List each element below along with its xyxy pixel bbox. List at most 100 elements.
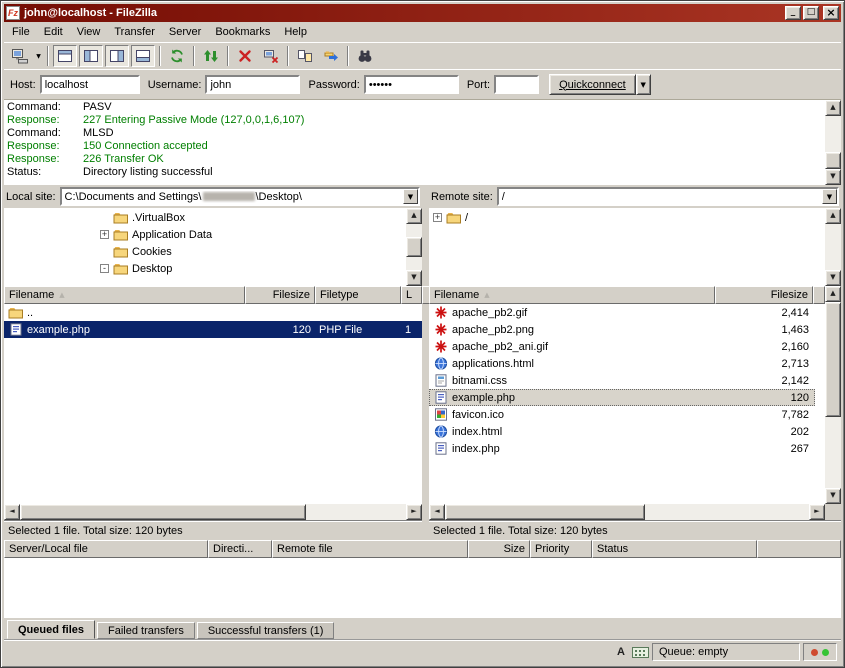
file-row[interactable]: applications.html2,713 xyxy=(429,355,825,372)
file-row[interactable]: apache_pb2.png1,463 xyxy=(429,321,825,338)
file-row[interactable]: favicon.ico7,782 xyxy=(429,406,825,423)
username-input[interactable] xyxy=(205,75,300,94)
scroll-track[interactable] xyxy=(445,504,809,520)
tree-item[interactable]: +Application Data xyxy=(4,226,406,243)
encryption-icon[interactable] xyxy=(632,647,649,658)
disconnect-button[interactable] xyxy=(259,45,283,67)
remote-file-list[interactable]: apache_pb2.gif2,414apache_pb2.png1,463ap… xyxy=(429,304,825,504)
scroll-track[interactable] xyxy=(20,504,406,520)
menu-item-transfer[interactable]: Transfer xyxy=(107,24,162,40)
local-site-dropdown-button[interactable]: ▼ xyxy=(403,189,418,204)
remote-site-dropdown-button[interactable]: ▼ xyxy=(822,189,837,204)
scroll-up-button[interactable]: ▲ xyxy=(825,100,841,116)
toggle-queue-button[interactable] xyxy=(131,45,155,67)
file-row[interactable]: .. xyxy=(4,304,422,321)
tab-queued-files[interactable]: Queued files xyxy=(7,620,95,639)
expand-icon[interactable]: + xyxy=(433,213,442,222)
synchronized-browsing-button[interactable] xyxy=(319,45,343,67)
scroll-left-button[interactable]: ◄ xyxy=(4,504,20,520)
scroll-track[interactable] xyxy=(406,224,422,270)
scroll-thumb[interactable] xyxy=(20,504,306,520)
column-header-filename[interactable]: Filename▲ xyxy=(4,286,245,304)
scroll-track[interactable] xyxy=(825,302,841,488)
file-row[interactable]: apache_pb2_ani.gif2,160 xyxy=(429,338,825,355)
local-site-combo[interactable]: C:\Documents and Settings\\Desktop\ ▼ xyxy=(60,187,420,206)
scroll-right-button[interactable]: ► xyxy=(809,504,825,520)
local-list-hscrollbar[interactable]: ◄► xyxy=(4,504,422,520)
cancel-button[interactable] xyxy=(233,45,257,67)
port-input[interactable] xyxy=(494,75,539,94)
scroll-track[interactable] xyxy=(825,224,841,270)
remote-site-combo[interactable]: / ▼ xyxy=(497,187,839,206)
remote-list-scrollbar[interactable]: ▲▼ xyxy=(825,286,841,504)
pane-splitter[interactable] xyxy=(422,185,429,540)
tree-item[interactable]: -Desktop xyxy=(4,260,406,277)
menu-item-server[interactable]: Server xyxy=(162,24,208,40)
local-file-list[interactable]: ..example.php120PHP File1 xyxy=(4,304,422,504)
column-header-size[interactable]: Size xyxy=(468,540,530,558)
column-header-l[interactable]: L xyxy=(401,286,422,304)
directory-comparison-button[interactable] xyxy=(293,45,317,67)
toggle-local-tree-button[interactable] xyxy=(79,45,103,67)
toggle-message-log-button[interactable] xyxy=(53,45,77,67)
column-header-directi[interactable]: Directi... xyxy=(208,540,272,558)
host-input[interactable] xyxy=(40,75,140,94)
menu-item-edit[interactable]: Edit xyxy=(37,24,70,40)
site-manager-dropdown-button[interactable]: ▼ xyxy=(33,45,44,67)
column-header-status[interactable]: Status xyxy=(592,540,757,558)
remote-list-hscrollbar[interactable]: ◄► xyxy=(429,504,825,520)
password-input[interactable] xyxy=(364,75,459,94)
scroll-down-button[interactable]: ▼ xyxy=(825,270,841,286)
file-row[interactable]: index.html202 xyxy=(429,423,825,440)
quickconnect-dropdown-button[interactable]: ▼ xyxy=(636,74,651,95)
tree-item[interactable]: +/ xyxy=(429,209,825,226)
process-queue-button[interactable] xyxy=(199,45,223,67)
tab-successful-transfers-1[interactable]: Successful transfers (1) xyxy=(197,622,335,639)
tree-item[interactable]: .VirtualBox xyxy=(4,209,406,226)
file-row[interactable]: index.php267 xyxy=(429,440,825,457)
maximize-button[interactable]: □ xyxy=(803,6,819,20)
minimize-button[interactable]: _ xyxy=(785,6,801,20)
title-bar[interactable]: Fz john@localhost - FileZilla _ □ × xyxy=(4,4,841,22)
close-button[interactable]: × xyxy=(823,6,839,20)
tree-item[interactable]: Cookies xyxy=(4,243,406,260)
scroll-thumb[interactable] xyxy=(406,237,422,257)
scroll-thumb[interactable] xyxy=(445,504,645,520)
remote-tree-scrollbar[interactable]: ▲▼ xyxy=(825,208,841,286)
expand-icon[interactable]: + xyxy=(100,230,109,239)
column-header-filesize[interactable]: Filesize xyxy=(715,286,813,304)
scroll-left-button[interactable]: ◄ xyxy=(429,504,445,520)
column-header-filesize[interactable]: Filesize xyxy=(245,286,315,304)
refresh-button[interactable] xyxy=(165,45,189,67)
file-row[interactable]: example.php120 xyxy=(429,389,815,406)
transfer-type-icon[interactable]: A xyxy=(613,645,629,660)
scroll-up-button[interactable]: ▲ xyxy=(406,208,422,224)
local-tree-scrollbar[interactable]: ▲▼ xyxy=(406,208,422,286)
quickconnect-button[interactable]: Quickconnect xyxy=(549,74,636,95)
column-header-server-local-file[interactable]: Server/Local file xyxy=(4,540,208,558)
find-files-button[interactable] xyxy=(353,45,377,67)
scroll-down-button[interactable]: ▼ xyxy=(406,270,422,286)
tab-failed-transfers[interactable]: Failed transfers xyxy=(97,622,195,639)
log-scrollbar[interactable]: ▲▼ xyxy=(825,100,841,185)
menu-item-bookmarks[interactable]: Bookmarks xyxy=(208,24,277,40)
file-row[interactable]: apache_pb2.gif2,414 xyxy=(429,304,825,321)
scroll-down-button[interactable]: ▼ xyxy=(825,169,841,185)
collapse-icon[interactable]: - xyxy=(100,264,109,273)
scroll-thumb[interactable] xyxy=(825,302,841,417)
column-header-filename[interactable]: Filename▲ xyxy=(429,286,715,304)
scroll-track[interactable] xyxy=(825,116,841,169)
file-row[interactable]: example.php120PHP File1 xyxy=(4,321,422,338)
menu-item-file[interactable]: File xyxy=(5,24,37,40)
menu-item-help[interactable]: Help xyxy=(277,24,314,40)
column-header-remote-file[interactable]: Remote file xyxy=(272,540,468,558)
scroll-down-button[interactable]: ▼ xyxy=(825,488,841,504)
site-manager-button[interactable] xyxy=(8,45,32,67)
scroll-right-button[interactable]: ► xyxy=(406,504,422,520)
toggle-remote-tree-button[interactable] xyxy=(105,45,129,67)
column-header-priority[interactable]: Priority xyxy=(530,540,592,558)
menu-item-view[interactable]: View xyxy=(70,24,108,40)
scroll-up-button[interactable]: ▲ xyxy=(825,286,841,302)
scroll-thumb[interactable] xyxy=(825,152,841,169)
column-header-filetype[interactable]: Filetype xyxy=(315,286,401,304)
